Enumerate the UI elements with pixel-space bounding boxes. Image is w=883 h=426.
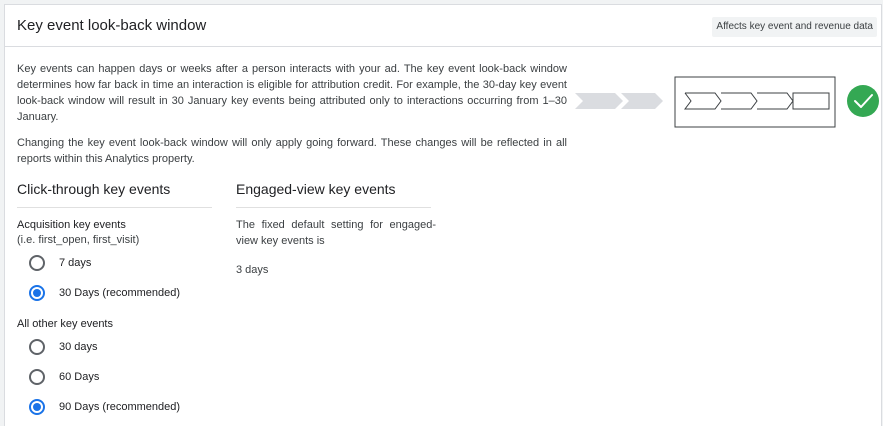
engaged-view-description: The fixed default setting for engaged-vi… <box>236 219 436 247</box>
lookback-illustration <box>575 76 879 128</box>
card-title: Key event look-back window <box>17 17 207 34</box>
engaged-view-value: 3 days <box>236 264 269 276</box>
card-header: Key event look-back window Affects key e… <box>5 5 881 47</box>
description-paragraph-1: Key events can happen days or weeks afte… <box>17 63 567 123</box>
radio-button-selected[interactable] <box>29 285 45 301</box>
description-paragraph-2: Changing the key event look-back window … <box>17 137 567 165</box>
acquisition-sublabel: (i.e. first_open, first_visit) <box>17 234 140 246</box>
radio-button[interactable] <box>29 255 45 271</box>
radio-label: 30 Days (recommended) <box>59 287 181 299</box>
radio-label: 30 days <box>59 341 98 353</box>
radio-button[interactable] <box>29 339 45 355</box>
radio-label: 60 Days <box>59 371 100 383</box>
other-radio-30-days[interactable]: 30 days <box>29 337 98 357</box>
other-radio-90-days[interactable]: 90 Days (recommended) <box>29 397 180 417</box>
acq-radio-7-days[interactable]: 7 days <box>29 253 91 273</box>
acquisition-label: Acquisition key events <box>17 219 126 231</box>
radio-label: 7 days <box>59 257 92 269</box>
radio-button[interactable] <box>29 369 45 385</box>
impact-badge: Affects key event and revenue data <box>712 17 877 37</box>
arrow-segment-2 <box>621 93 663 109</box>
engaged-view-title: Engaged-view key events <box>236 181 431 208</box>
arrow-segment-1 <box>575 93 623 109</box>
other-events-label: All other key events <box>17 318 113 330</box>
check-circle-icon <box>847 85 879 117</box>
radio-button-selected[interactable] <box>29 399 45 415</box>
radio-label: 90 Days (recommended) <box>59 401 181 413</box>
lookback-settings-card: Key event look-back window Affects key e… <box>4 4 882 426</box>
click-through-title: Click-through key events <box>17 181 212 208</box>
window-box <box>674 76 836 128</box>
acq-radio-30-days[interactable]: 30 Days (recommended) <box>29 283 180 303</box>
other-radio-60-days[interactable]: 60 Days <box>29 367 99 387</box>
